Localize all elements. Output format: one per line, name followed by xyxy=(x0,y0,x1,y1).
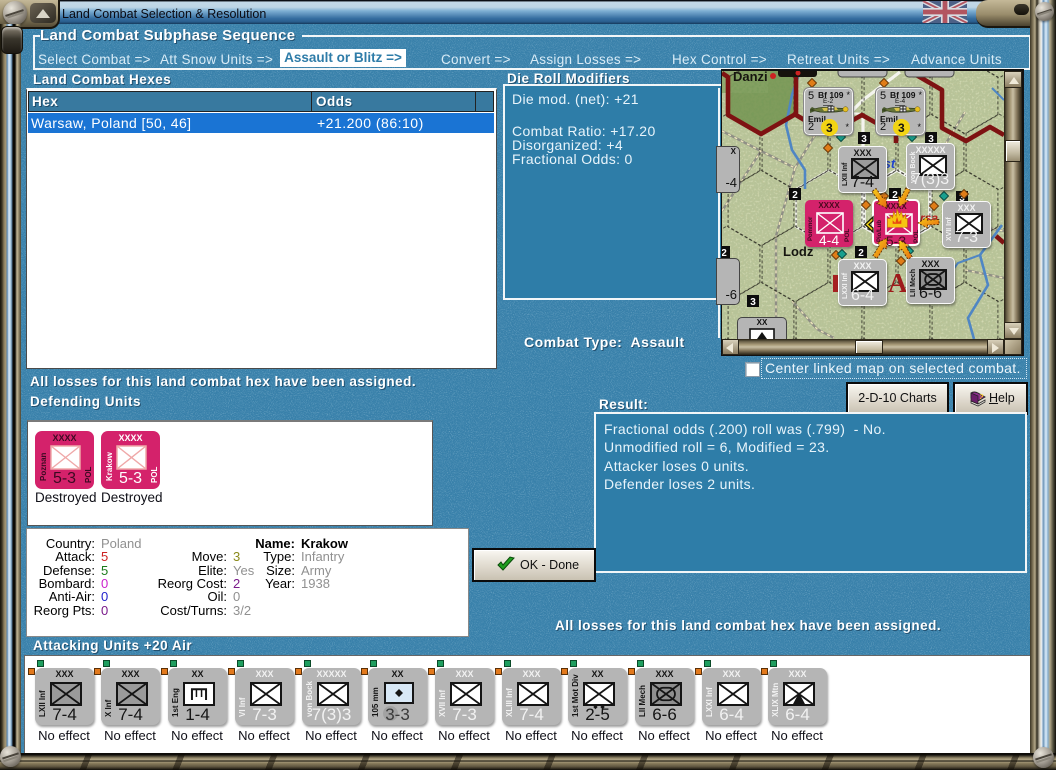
svg-text:3: 3 xyxy=(750,297,756,308)
svg-text:?: ? xyxy=(978,394,984,402)
svg-text:2: 2 xyxy=(792,190,798,201)
svg-text:Danzi: Danzi xyxy=(733,71,768,84)
svg-text:3: 3 xyxy=(861,134,867,145)
